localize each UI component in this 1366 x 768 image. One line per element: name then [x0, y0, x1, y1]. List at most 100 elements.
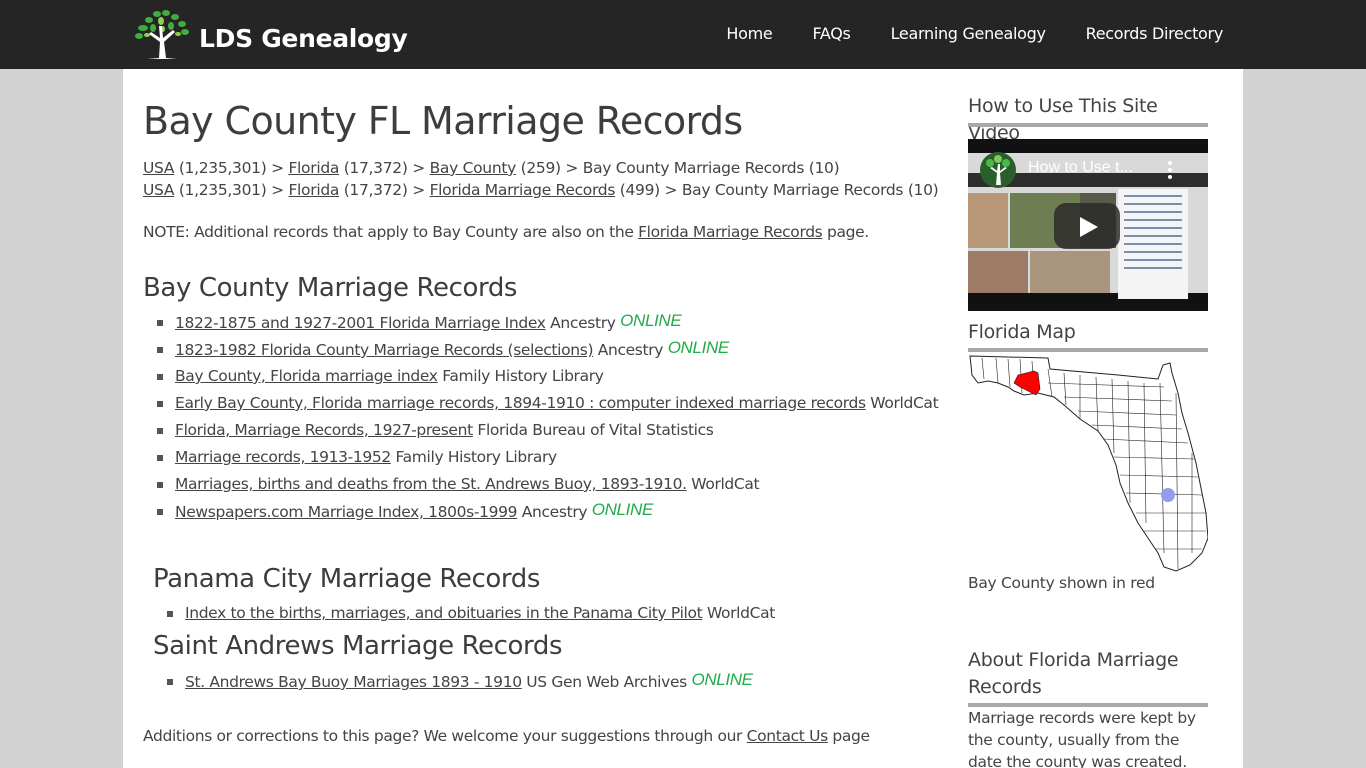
florida-county-map	[969, 355, 1208, 572]
nav-learning-genealogy[interactable]: Learning Genealogy	[891, 24, 1046, 43]
page-title: Bay County FL Marriage Records	[143, 99, 743, 143]
divider	[968, 123, 1208, 127]
breadcrumb-count: (499) >	[615, 181, 682, 199]
about-widget-title: About Florida Marriage Records	[968, 649, 1179, 698]
bullet-icon	[167, 679, 173, 685]
list-item: Bay County, Florida marriage index Famil…	[143, 363, 938, 390]
more-options-icon[interactable]	[1168, 161, 1172, 182]
site-logo[interactable]: LDS Genealogy	[133, 7, 408, 61]
list-item: Marriage records, 1913-1952 Family Histo…	[143, 444, 938, 471]
thumbnail-document	[1118, 189, 1188, 299]
divider	[968, 348, 1208, 352]
bullet-icon	[157, 347, 163, 353]
nav-faqs[interactable]: FAQs	[812, 24, 850, 43]
record-link[interactable]: 1822-1875 and 1927-2001 Florida Marriage…	[175, 314, 546, 332]
bullet-icon	[157, 509, 163, 515]
list-item: 1823-1982 Florida County Marriage Record…	[143, 336, 938, 363]
thumbnail-photo	[968, 251, 1028, 293]
breadcrumb-usa-link[interactable]: USA	[143, 159, 174, 177]
record-link[interactable]: Early Bay County, Florida marriage recor…	[175, 394, 866, 412]
list-item: Florida, Marriage Records, 1927-present …	[143, 417, 938, 444]
breadcrumb-count: (17,372) >	[339, 159, 430, 177]
breadcrumb: USA (1,235,301) > Florida (17,372) > Bay…	[143, 157, 938, 179]
channel-logo-icon	[980, 152, 1016, 188]
list-item: 1822-1875 and 1927-2001 Florida Marriage…	[143, 309, 938, 336]
lake-okeechobee	[1161, 488, 1175, 502]
thumbnail-photo	[968, 193, 1008, 248]
bullet-icon	[157, 428, 163, 434]
record-source: US Gen Web Archives	[521, 673, 692, 691]
bay-county-records-list: 1822-1875 and 1927-2001 Florida Marriage…	[143, 309, 939, 525]
record-source: Florida Bureau of Vital Statistics	[472, 421, 714, 439]
breadcrumb-current: Bay County Marriage Records (10)	[681, 181, 939, 199]
record-source: Family History Library	[390, 448, 558, 466]
corrections-prefix: Additions or corrections to this page? W…	[143, 727, 747, 745]
breadcrumb-florida-link[interactable]: Florida	[288, 181, 339, 199]
site-header: LDS Genealogy Home FAQs Learning Genealo…	[0, 0, 1366, 69]
bullet-icon	[157, 320, 163, 326]
about-text: Marriage records were kept by the county…	[968, 709, 1196, 768]
section-title-panama-city: Panama City Marriage Records	[153, 564, 540, 594]
record-source: Ancestry	[593, 341, 668, 359]
main-nav: Home FAQs Learning Genealogy Records Dir…	[686, 24, 1223, 43]
record-source: Family History Library	[437, 367, 604, 385]
breadcrumb-count: (1,235,301) >	[174, 159, 289, 177]
list-item: Index to the births, marriages, and obit…	[153, 600, 775, 627]
record-link[interactable]: Bay County, Florida marriage index	[175, 367, 438, 385]
map-caption: Bay County shown in red	[968, 574, 1155, 592]
section-title-bay-county: Bay County Marriage Records	[143, 273, 518, 303]
tree-logo-icon	[135, 10, 189, 59]
list-item: St. Andrews Bay Buoy Marriages 1893 - 19…	[153, 668, 753, 695]
florida-outline	[969, 355, 1208, 572]
record-source: Ancestry	[545, 314, 621, 332]
record-link[interactable]: Index to the births, marriages, and obit…	[185, 604, 703, 622]
breadcrumb-bay-county-link[interactable]: Bay County	[430, 159, 517, 177]
bullet-icon	[167, 611, 173, 617]
record-source: WorldCat	[686, 475, 760, 493]
note-text: NOTE: Additional records that apply to B…	[143, 223, 869, 241]
bullet-icon	[157, 401, 163, 407]
breadcrumb-current: Bay County Marriage Records (10)	[582, 159, 840, 177]
florida-marriage-records-link[interactable]: Florida Marriage Records	[638, 223, 823, 241]
contact-us-link[interactable]: Contact Us	[747, 727, 829, 745]
record-source: WorldCat	[865, 394, 939, 412]
record-link[interactable]: St. Andrews Bay Buoy Marriages 1893 - 19…	[185, 673, 522, 691]
breadcrumb-florida-link[interactable]: Florida	[288, 159, 339, 177]
corrections-suffix: page	[827, 727, 870, 745]
record-link[interactable]: Marriages, births and deaths from the St…	[175, 475, 687, 493]
nav-home[interactable]: Home	[726, 24, 772, 43]
thumbnail-photo	[1030, 251, 1110, 293]
note-suffix: page.	[822, 223, 869, 241]
bullet-icon	[157, 374, 163, 380]
breadcrumb: USA (1,235,301) > Florida (17,372) > Flo…	[143, 179, 939, 201]
breadcrumb-count: (259) >	[516, 159, 583, 177]
map-widget-title: Florida Map	[968, 321, 1076, 343]
breadcrumb-florida-marriage-link[interactable]: Florida Marriage Records	[430, 181, 616, 199]
panama-city-records-list: Index to the births, marriages, and obit…	[153, 600, 775, 627]
record-source: WorldCat	[702, 604, 775, 622]
note-prefix: NOTE: Additional records that apply to B…	[143, 223, 639, 241]
breadcrumb-usa-link[interactable]: USA	[143, 181, 174, 199]
saint-andrews-records-list: St. Andrews Bay Buoy Marriages 1893 - 19…	[153, 668, 753, 695]
online-badge: ONLINE	[667, 338, 730, 357]
record-link[interactable]: Florida, Marriage Records, 1927-present	[175, 421, 473, 439]
breadcrumb-count: (17,372) >	[339, 181, 430, 199]
list-item: Newspapers.com Marriage Index, 1800s-199…	[143, 498, 938, 525]
online-badge: ONLINE	[620, 311, 682, 330]
video-title: How to Use t...	[1028, 159, 1133, 176]
breadcrumb-count: (1,235,301) >	[174, 181, 289, 199]
play-button-icon[interactable]	[1054, 203, 1120, 249]
record-link[interactable]: 1823-1982 Florida County Marriage Record…	[175, 341, 593, 359]
record-link[interactable]: Newspapers.com Marriage Index, 1800s-199…	[175, 503, 518, 521]
list-item: Early Bay County, Florida marriage recor…	[143, 390, 939, 417]
section-title-saint-andrews: Saint Andrews Marriage Records	[153, 631, 563, 661]
record-link[interactable]: Marriage records, 1913-1952	[175, 448, 391, 466]
bullet-icon	[157, 455, 163, 461]
online-badge: ONLINE	[691, 670, 753, 689]
logo-text: LDS Genealogy	[199, 23, 408, 53]
video-player[interactable]: How to Use t...	[968, 139, 1208, 311]
nav-records-directory[interactable]: Records Directory	[1086, 24, 1224, 43]
bullet-icon	[157, 482, 163, 488]
record-source: Ancestry	[517, 503, 592, 521]
list-item: Marriages, births and deaths from the St…	[143, 471, 938, 498]
